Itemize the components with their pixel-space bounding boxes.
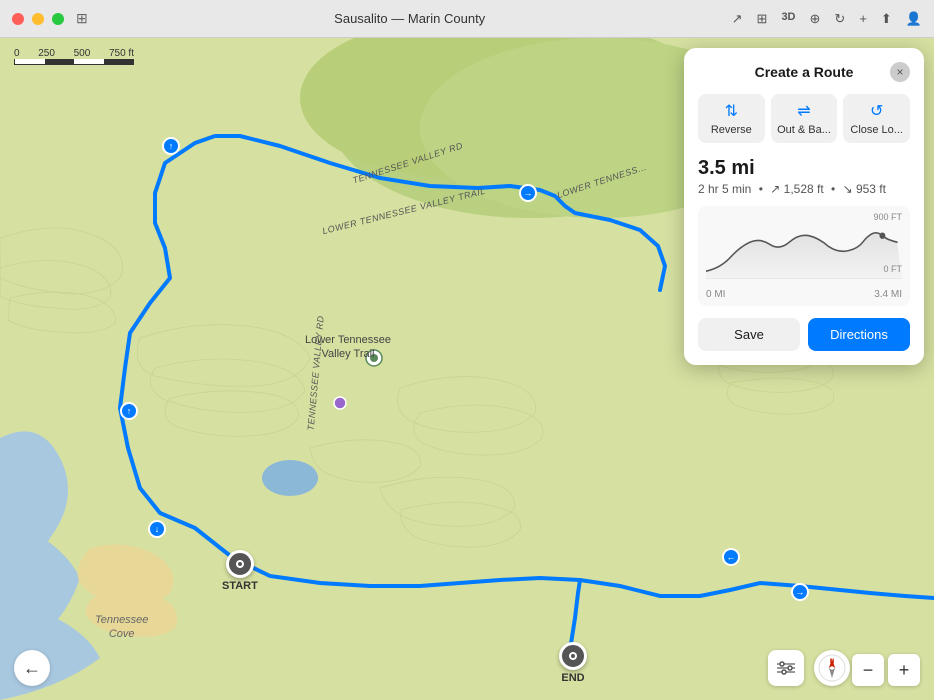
share-icon[interactable]: ⬆ (881, 11, 892, 27)
action-buttons-row: ⇅ Reverse ⇌ Out & Ba... ↺ Close Lo... (698, 94, 910, 143)
end-marker: END (559, 642, 587, 684)
end-label: END (561, 672, 584, 684)
path-arrow-6: ↓ (148, 520, 166, 538)
account-icon[interactable]: 👤 (906, 11, 922, 27)
out-back-icon: ⇌ (797, 101, 810, 121)
zoom-out-button[interactable]: − (852, 654, 884, 686)
start-marker: START (222, 550, 258, 592)
end-circle (559, 642, 587, 670)
filter-icon (777, 659, 795, 677)
route-stats: 3.5 mi 2 hr 5 min • ↗ 1,528 ft • ↘ 953 f… (698, 157, 910, 196)
panel-close-button[interactable]: × (890, 62, 910, 82)
reverse-icon: ⇅ (725, 101, 738, 121)
path-arrow-2: → (519, 184, 537, 202)
layers-icon[interactable]: ⊕ (810, 11, 821, 27)
path-arrow-3: ↑ (120, 402, 138, 420)
add-icon[interactable]: + (859, 11, 867, 27)
panel-title: Create a Route (718, 64, 890, 80)
map-icon: ⊞ (76, 10, 88, 27)
elevation-right-labels: 900 FT 0 FT (873, 212, 902, 274)
out-back-label: Out & Ba... (777, 124, 831, 136)
path-arrow-1: ↑ (162, 137, 180, 155)
path-arrow-5: ← (722, 548, 740, 566)
back-button[interactable]: ← (14, 650, 50, 686)
zoom-in-button[interactable]: + (888, 654, 920, 686)
save-button[interactable]: Save (698, 318, 800, 351)
path-arrow-4: → (791, 583, 809, 601)
reverse-label: Reverse (711, 124, 752, 136)
compass-button[interactable]: N (814, 650, 850, 686)
window-chrome: ⊞ Sausalito — Marin County ↗ ⊞ 3D ⊕ ↻ + … (0, 0, 934, 38)
back-icon: ← (23, 658, 41, 679)
3d-button[interactable]: 3D (781, 11, 795, 27)
scale-bar: 0 250 500 750 ft (14, 48, 134, 65)
zoom-controls: − + (852, 654, 920, 686)
scale-line (14, 59, 134, 65)
out-back-button[interactable]: ⇌ Out & Ba... (771, 94, 838, 143)
map-toggle-icon[interactable]: ⊞ (757, 11, 768, 27)
elevation-x-labels: 0 MI 3.4 MI (706, 289, 902, 300)
close-button[interactable] (12, 13, 24, 25)
map-container[interactable]: TENNESSEE VALLEY RD LOWER TENNESSEE VALL… (0, 38, 934, 700)
svg-text:N: N (830, 659, 834, 665)
panel-header: Create a Route × (698, 62, 910, 82)
reverse-button[interactable]: ⇅ Reverse (698, 94, 765, 143)
close-loop-label: Close Lo... (850, 124, 903, 136)
window-title: Sausalito — Marin County (88, 11, 732, 26)
route-distance: 3.5 mi (698, 157, 910, 180)
start-circle (226, 550, 254, 578)
refresh-icon[interactable]: ↻ (834, 11, 845, 27)
minimize-button[interactable] (32, 13, 44, 25)
close-loop-button[interactable]: ↺ Close Lo... (843, 94, 910, 143)
toolbar-icons: ↗ ⊞ 3D ⊕ ↻ + ⬆ 👤 (732, 11, 922, 27)
panel-actions: Save Directions (698, 318, 910, 351)
close-loop-icon: ↺ (870, 101, 883, 121)
compass-icon: N (818, 654, 846, 682)
location-icon[interactable]: ↗ (732, 11, 743, 27)
directions-button[interactable]: Directions (808, 318, 910, 351)
route-details: 2 hr 5 min • ↗ 1,528 ft • ↘ 953 ft (698, 182, 910, 196)
filter-button[interactable] (768, 650, 804, 686)
maximize-button[interactable] (52, 13, 64, 25)
route-panel: Create a Route × ⇅ Reverse ⇌ Out & Ba...… (684, 48, 924, 365)
elevation-chart: 900 FT 0 FT (698, 206, 910, 306)
window-controls (12, 13, 64, 25)
start-label: START (222, 580, 258, 592)
scale-labels: 0 250 500 750 ft (14, 48, 134, 59)
